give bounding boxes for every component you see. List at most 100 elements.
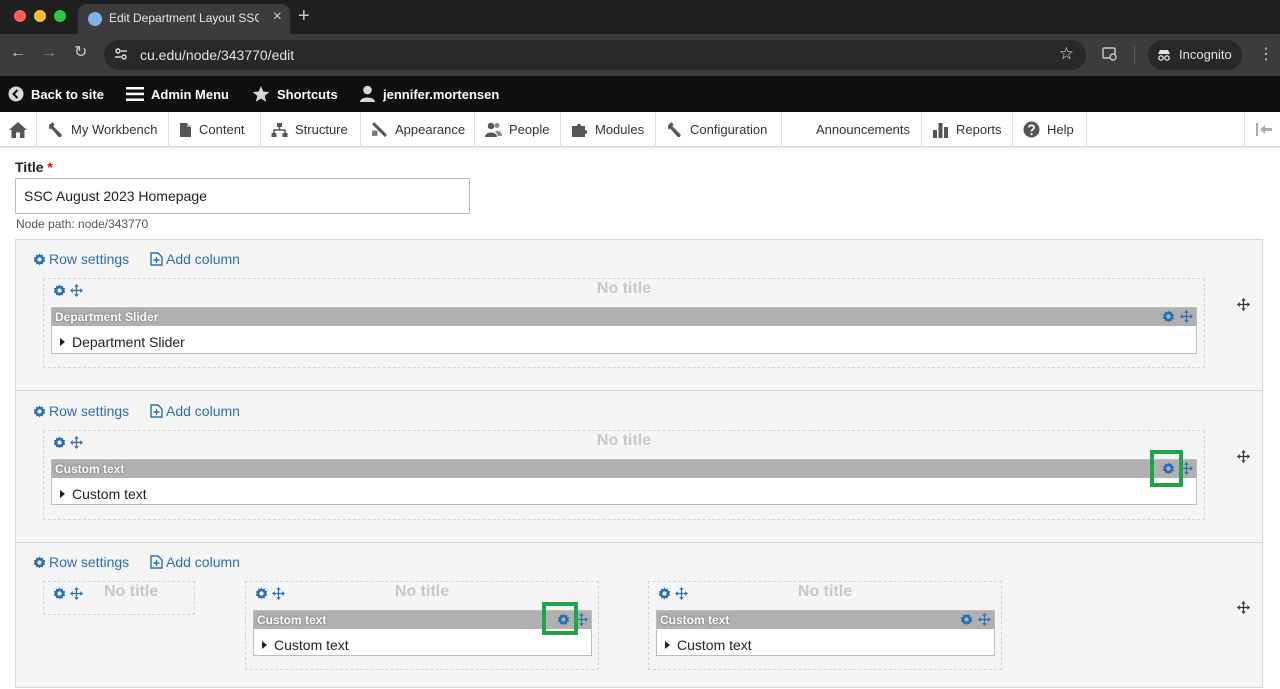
gear-highlight-box (542, 602, 578, 635)
move-icon[interactable] (978, 613, 991, 626)
back-circle-icon (8, 86, 24, 102)
user-account-link[interactable]: jennifer.mortensen (359, 76, 499, 112)
tray-content[interactable]: Content (169, 112, 261, 147)
tray-help[interactable]: Help (1013, 112, 1087, 147)
add-column-link[interactable]: Add column (150, 403, 240, 419)
gear-icon[interactable] (960, 613, 973, 626)
document-icon (180, 122, 191, 137)
layout-column: No title Custom text Custom text (648, 581, 1002, 670)
column-tools (53, 587, 83, 600)
tray-my-workbench[interactable]: My Workbench (37, 112, 169, 147)
tray-label: Announcements (816, 122, 910, 137)
pane-body[interactable]: Custom text (665, 637, 752, 653)
row-move-icon[interactable] (1237, 601, 1250, 614)
tray-reports[interactable]: Reports (922, 112, 1013, 147)
row-move-icon[interactable] (1237, 298, 1250, 311)
collapse-tray-button[interactable] (1244, 112, 1280, 147)
move-icon[interactable] (70, 587, 83, 600)
maximize-window-button[interactable] (54, 10, 66, 22)
add-column-link[interactable]: Add column (150, 251, 240, 267)
pane-body-label: Custom text (72, 486, 147, 502)
shortcuts-link[interactable]: Shortcuts (252, 76, 338, 112)
username-label: jennifer.mortensen (383, 86, 500, 102)
browser-tab[interactable]: Edit Department Layout SSC August 2023 H… (78, 4, 290, 34)
help-circle-icon (1023, 121, 1040, 138)
back-arrow-icon[interactable]: ← (10, 43, 26, 63)
tray-appearance[interactable]: Appearance (361, 112, 475, 147)
column-title: No title (797, 583, 853, 600)
tray-label: Reports (956, 122, 1002, 137)
tray-people[interactable]: People (475, 112, 561, 147)
column-title: No title (394, 583, 450, 600)
wrench-icon (668, 122, 681, 137)
admin-toolbar: Back to site Admin Menu Shortcuts jennif… (0, 76, 1280, 112)
incognito-icon (1158, 50, 1170, 61)
reload-icon[interactable]: ↻ (74, 43, 87, 63)
row-settings-link[interactable]: Row settings (33, 251, 129, 267)
row-settings-link[interactable]: Row settings (33, 554, 129, 570)
star-icon (252, 86, 270, 102)
gear-icon[interactable] (1162, 310, 1175, 323)
url-field[interactable]: cu.edu/node/343770/edit ☆ (104, 40, 1086, 70)
close-window-button[interactable] (14, 10, 26, 22)
title-label-text: Title (15, 159, 44, 175)
people-icon (485, 122, 502, 137)
hamburger-icon (126, 87, 144, 101)
home-link[interactable] (0, 112, 37, 147)
column-title: No title (104, 583, 159, 600)
pane-header-label: Custom text (55, 462, 125, 476)
add-column-link[interactable]: Add column (150, 554, 240, 570)
gear-icon[interactable] (53, 587, 66, 600)
paintbrush-icon (372, 122, 387, 137)
address-bar: ← → ↻ cu.edu/node/343770/edit ☆ Incognit… (0, 34, 1280, 76)
toolbar-divider (1134, 46, 1135, 64)
add-column-label: Add column (166, 554, 240, 570)
gear-icon (33, 253, 46, 265)
pane-body[interactable]: Custom text (60, 486, 147, 502)
pane-header: Custom text (657, 611, 994, 629)
minimize-window-button[interactable] (34, 10, 46, 22)
puzzle-icon (572, 123, 588, 137)
tray-modules[interactable]: Modules (561, 112, 656, 147)
pane-header: Department Slider (52, 308, 1196, 326)
pane-body[interactable]: Custom text (262, 637, 349, 653)
tray-label: Structure (295, 122, 348, 137)
user-icon (360, 85, 375, 102)
required-marker: * (47, 159, 53, 175)
add-document-icon (150, 555, 163, 569)
drupal-favicon-icon (88, 12, 102, 26)
tab-search-icon[interactable] (1102, 46, 1118, 62)
tab-title: Edit Department Layout SSC August 2023 H… (109, 11, 259, 25)
tray-configuration[interactable]: Configuration (656, 112, 782, 147)
row-move-icon[interactable] (1237, 450, 1250, 463)
forward-arrow-icon[interactable]: → (41, 43, 57, 63)
site-info-icon[interactable] (114, 47, 128, 61)
node-path-text: Node path: node/343770 (16, 217, 149, 231)
chrome-menu-icon[interactable]: ⋮ (1258, 44, 1274, 64)
row-settings-label: Row settings (49, 251, 130, 267)
back-to-site-label: Back to site (31, 86, 104, 102)
layout-row: Row settings Add column No title (16, 543, 1262, 689)
move-icon[interactable] (1180, 310, 1193, 323)
layout-column: No title Custom text Custom text (43, 430, 1205, 520)
expand-triangle-icon (60, 338, 65, 346)
admin-menu-link[interactable]: Admin Menu (126, 76, 229, 112)
pane-body-label: Department Slider (72, 334, 185, 350)
wrench-icon (49, 122, 62, 137)
add-document-icon (150, 252, 163, 266)
pane-tools (1162, 310, 1193, 323)
row-settings-link[interactable]: Row settings (33, 403, 129, 419)
tray-label: Modules (595, 122, 645, 137)
close-tab-icon[interactable]: × (273, 8, 282, 26)
pane-body-label: Custom text (677, 637, 752, 653)
back-to-site-link[interactable]: Back to site (8, 76, 104, 112)
title-input[interactable] (15, 178, 470, 214)
new-tab-icon[interactable]: + (298, 4, 310, 28)
bookmark-star-icon[interactable]: ☆ (1059, 44, 1074, 64)
pane-body[interactable]: Department Slider (60, 334, 185, 350)
column-title: No title (596, 432, 652, 449)
tray-announcements[interactable]: Announcements (782, 112, 922, 147)
tray-structure[interactable]: Structure (261, 112, 361, 147)
add-column-label: Add column (166, 251, 240, 267)
incognito-indicator[interactable]: Incognito (1148, 40, 1242, 70)
